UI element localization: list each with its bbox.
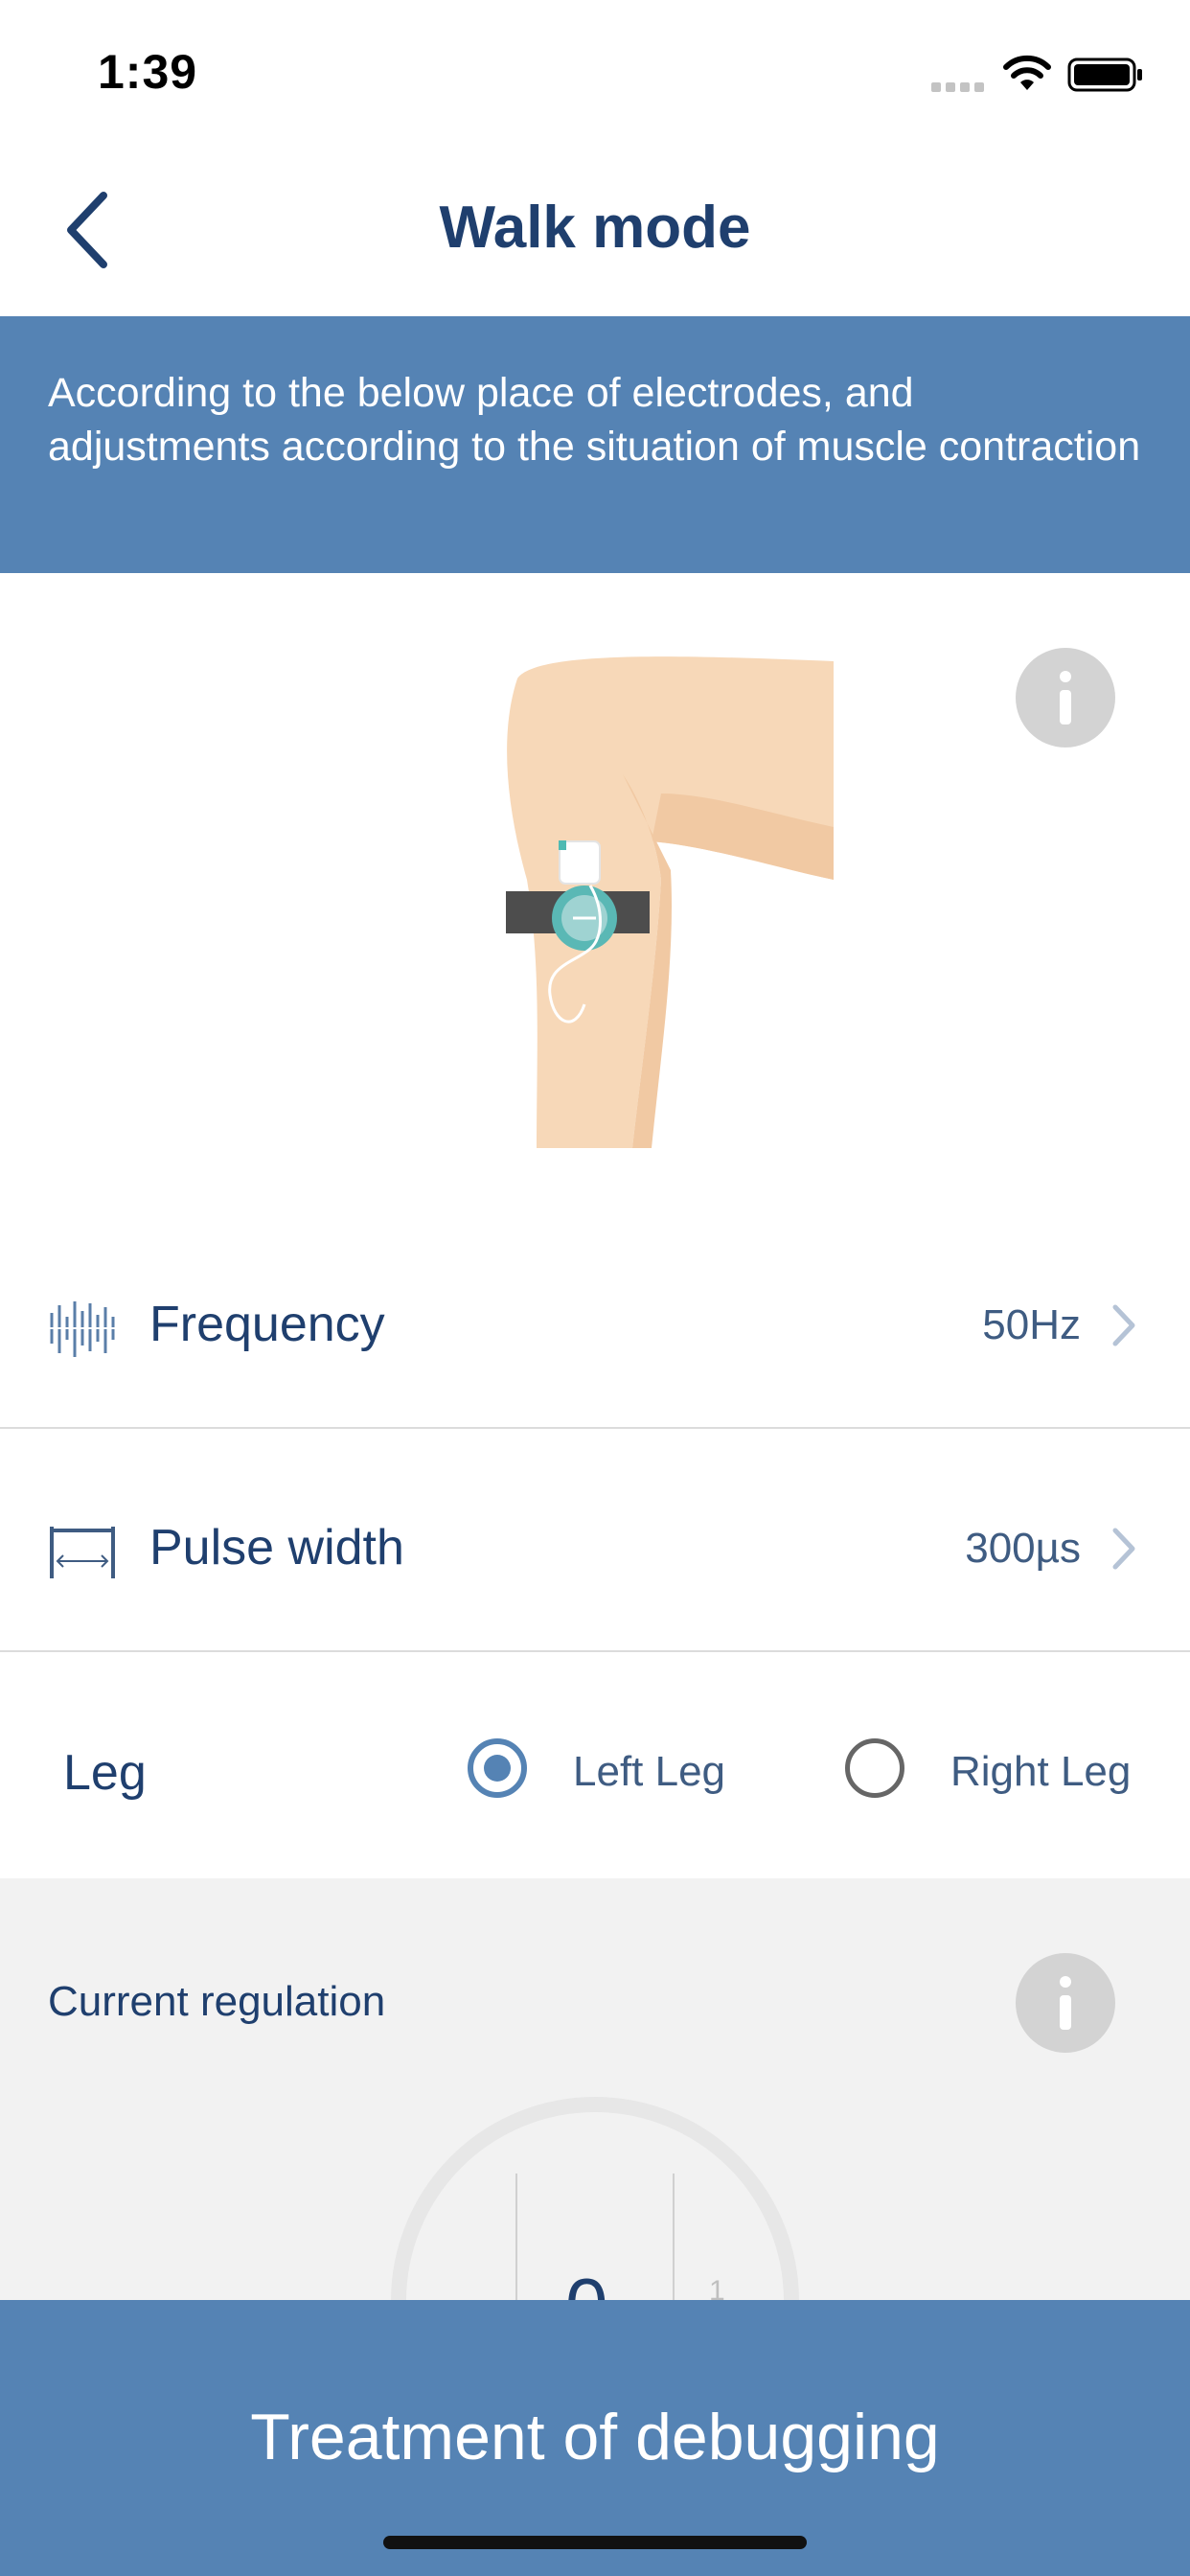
frequency-label: Frequency	[149, 1297, 385, 1352]
electrode-placement-illustration	[0, 573, 1190, 1206]
frequency-icon	[48, 1301, 117, 1357]
nav-bar: Walk mode	[0, 144, 1190, 316]
treatment-debugging-button[interactable]: Treatment of debugging	[0, 2300, 1190, 2576]
current-regulation-title: Current regulation	[48, 1978, 386, 2025]
status-bar: 1:39	[0, 0, 1190, 144]
pulse-width-value: 300µs	[965, 1525, 1081, 1572]
current-value: 0	[565, 2262, 608, 2300]
battery-icon	[1067, 58, 1142, 92]
pulse-width-icon	[50, 1527, 115, 1578]
current-next-value: 1	[709, 2275, 725, 2300]
chevron-right-icon	[1112, 1528, 1135, 1570]
left-leg-radio[interactable]	[468, 1738, 527, 1798]
cellular-signal-icon	[931, 79, 989, 92]
pulse-width-label: Pulse width	[149, 1520, 404, 1576]
info-icon	[1060, 1976, 1071, 1988]
leg-selection-row: Leg Left Leg Right Leg	[0, 1652, 1190, 1878]
right-leg-radio[interactable]	[845, 1738, 904, 1798]
instruction-banner: According to the below place of electrod…	[0, 316, 1190, 573]
info-button[interactable]	[1016, 1953, 1115, 2053]
info-button[interactable]	[1016, 648, 1115, 748]
leg-electrode-illustration	[506, 656, 834, 1148]
home-indicator[interactable]	[383, 2536, 807, 2549]
current-regulation-panel: Current regulation 0 1	[0, 1878, 1190, 2300]
pulse-width-setting-row[interactable]: Pulse width 300µs	[0, 1429, 1190, 1652]
status-time: 1:39	[98, 45, 198, 99]
chevron-right-icon	[1112, 1304, 1135, 1346]
treatment-debugging-label: Treatment of debugging	[250, 2401, 940, 2473]
dial-tick	[515, 2174, 517, 2300]
frequency-setting-row[interactable]: Frequency 50Hz	[0, 1206, 1190, 1429]
frequency-value: 50Hz	[982, 1301, 1081, 1348]
wifi-icon	[1003, 55, 1051, 90]
page-title: Walk mode	[439, 195, 751, 261]
dial-tick	[673, 2174, 675, 2300]
right-leg-label[interactable]: Right Leg	[950, 1748, 1131, 1796]
leg-label: Leg	[63, 1745, 147, 1801]
left-leg-label[interactable]: Left Leg	[573, 1748, 725, 1796]
info-icon	[1060, 671, 1071, 682]
